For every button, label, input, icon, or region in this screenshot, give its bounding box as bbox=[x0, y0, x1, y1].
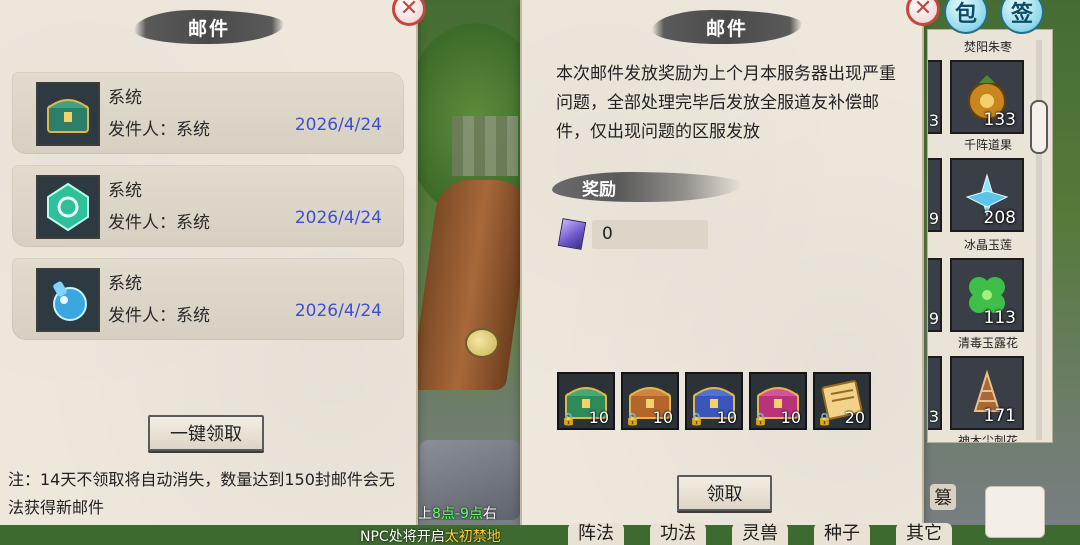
announcement-highlight: 太初禁地 bbox=[444, 529, 501, 545]
mail-sender: 系统 bbox=[108, 181, 142, 201]
inventory-item-name: 冰晶玉莲 bbox=[963, 238, 1012, 252]
mail-item[interactable]: 系统 发件人：系统 2026/4/24 bbox=[12, 72, 404, 154]
inventory-cell[interactable]: 133 bbox=[950, 60, 1024, 134]
mail-date: 2026/4/24 bbox=[294, 208, 382, 228]
lock-icon: 🔒 bbox=[561, 412, 576, 426]
jade-crystal-icon bbox=[36, 175, 100, 239]
mail-list-panel: 邮件 系统 发件人：系统 2026/4/24 系统 发件人：系统 2026/4/… bbox=[0, 0, 416, 525]
mail-detail-title: 邮件 bbox=[652, 10, 802, 44]
reward-header: 奖励 bbox=[552, 172, 742, 202]
side-slot[interactable] bbox=[985, 486, 1045, 538]
mail-from-label: 发件人：系统 bbox=[108, 306, 210, 326]
lock-icon: 🔒 bbox=[689, 412, 704, 426]
inventory-scrollbar[interactable] bbox=[1030, 100, 1048, 154]
announcement-text: NPC处将开启 bbox=[360, 529, 445, 545]
inventory-item-name: 千阵道果 bbox=[963, 138, 1012, 152]
currency-value: 0 bbox=[592, 220, 708, 249]
announcement-top: 上8点-9点右 bbox=[418, 503, 497, 523]
announcement-top-b: 右 bbox=[482, 506, 497, 522]
inventory-qty: 208 bbox=[983, 208, 1016, 228]
mail-expiry-note: 注：14天不领取将自动消失，数量达到150封邮件会无法获得新邮件 bbox=[8, 470, 395, 517]
inventory-cell-partial[interactable]: 9 bbox=[928, 158, 942, 232]
tab-spirit-beast[interactable]: 灵兽 bbox=[732, 523, 788, 545]
inventory-cell[interactable]: 208 bbox=[950, 158, 1024, 232]
inventory-qty-partial: 3 bbox=[928, 407, 939, 426]
close-icon: ✕ bbox=[913, 0, 933, 21]
inventory-cell[interactable]: 171 bbox=[950, 356, 1024, 430]
lock-icon: 🔒 bbox=[753, 412, 768, 426]
announcement-ticker: NPC处将开启太初禁地 bbox=[360, 526, 501, 545]
treasure-chest-icon bbox=[36, 82, 100, 146]
attachment-qty: 10 bbox=[652, 408, 673, 427]
blue-potion-icon bbox=[36, 268, 100, 332]
inventory-qty: 113 bbox=[983, 308, 1016, 328]
inventory-item-name: 清毒玉露花 bbox=[957, 336, 1018, 350]
attachment-item[interactable]: 🔒 10 bbox=[557, 372, 615, 430]
attachment-qty: 20 bbox=[844, 408, 865, 427]
inventory-item-name: 神木尘刺花 bbox=[957, 434, 1018, 442]
pixelated-npc bbox=[452, 116, 518, 176]
inventory-panel: 焚阳朱枣 3 133 千阵道果 9 208 冰晶玉莲 9 113 清毒玉露花 3 bbox=[928, 30, 1052, 442]
inventory-qty: 133 bbox=[983, 110, 1016, 130]
attachment-item[interactable]: 🔒 10 bbox=[621, 372, 679, 430]
inventory-cell-partial[interactable]: 9 bbox=[928, 258, 942, 332]
inventory-cell[interactable]: 113 bbox=[950, 258, 1024, 332]
lock-icon: 🔒 bbox=[817, 412, 832, 426]
mail-date: 2026/4/24 bbox=[294, 115, 382, 135]
close-icon: ✕ bbox=[399, 0, 419, 21]
inventory-qty-partial: 3 bbox=[928, 111, 939, 130]
mail-item[interactable]: 系统 发件人：系统 2026/4/24 bbox=[12, 165, 404, 247]
mail-from-label: 发件人：系统 bbox=[108, 213, 210, 233]
inventory-qty: 171 bbox=[983, 406, 1016, 426]
tab-seeds[interactable]: 种子 bbox=[814, 523, 870, 545]
mail-from-label: 发件人：系统 bbox=[108, 120, 210, 140]
attachment-qty: 10 bbox=[716, 408, 737, 427]
currency-row: 0 bbox=[557, 218, 708, 250]
tab-skills[interactable]: 功法 bbox=[650, 523, 706, 545]
background-gourd bbox=[465, 328, 499, 358]
lock-icon: 🔒 bbox=[625, 412, 640, 426]
announcement-top-a: 上 bbox=[418, 506, 432, 522]
inventory-qty-partial: 9 bbox=[928, 209, 939, 228]
claim-all-button[interactable]: 一键领取 bbox=[148, 415, 264, 451]
mail-item[interactable]: 系统 发件人：系统 2026/4/24 bbox=[12, 258, 404, 340]
attachment-qty: 10 bbox=[780, 408, 801, 427]
mail-list-title: 邮件 bbox=[134, 10, 284, 44]
inventory-qty-partial: 9 bbox=[928, 309, 939, 328]
inventory-item-name: 焚阳朱枣 bbox=[963, 40, 1012, 54]
attachment-item[interactable]: 🔒 10 bbox=[749, 372, 807, 430]
inventory-cell-partial[interactable]: 3 bbox=[928, 356, 942, 430]
tab-formation[interactable]: 阵法 bbox=[568, 523, 624, 545]
announcement-top-time: 8点-9点 bbox=[432, 506, 483, 522]
category-tabs: 阵法 功法 灵兽 种子 其它 bbox=[558, 523, 958, 545]
mail-detail-panel: 邮件 本次邮件发放奖励为上个月本服务器出现严重问题，全部处理完毕后发放全服道友补… bbox=[522, 0, 922, 525]
attachment-item[interactable]: 🔒 20 bbox=[813, 372, 871, 430]
mail-date: 2026/4/24 bbox=[294, 301, 382, 321]
attachment-item[interactable]: 🔒 10 bbox=[685, 372, 743, 430]
mail-sender: 系统 bbox=[108, 88, 142, 108]
attachment-qty: 10 bbox=[588, 408, 609, 427]
mail-body-text: 本次邮件发放奖励为上个月本服务器出现严重问题，全部处理完毕后发放全服道友补偿邮件… bbox=[556, 64, 896, 142]
mail-sender: 系统 bbox=[108, 274, 142, 294]
spirit-stone-icon bbox=[557, 218, 587, 250]
claim-button[interactable]: 领取 bbox=[677, 475, 772, 511]
tab-other[interactable]: 其它 bbox=[896, 523, 952, 545]
inventory-cell-partial[interactable]: 3 bbox=[928, 60, 942, 134]
side-label: 篡 bbox=[930, 484, 956, 510]
